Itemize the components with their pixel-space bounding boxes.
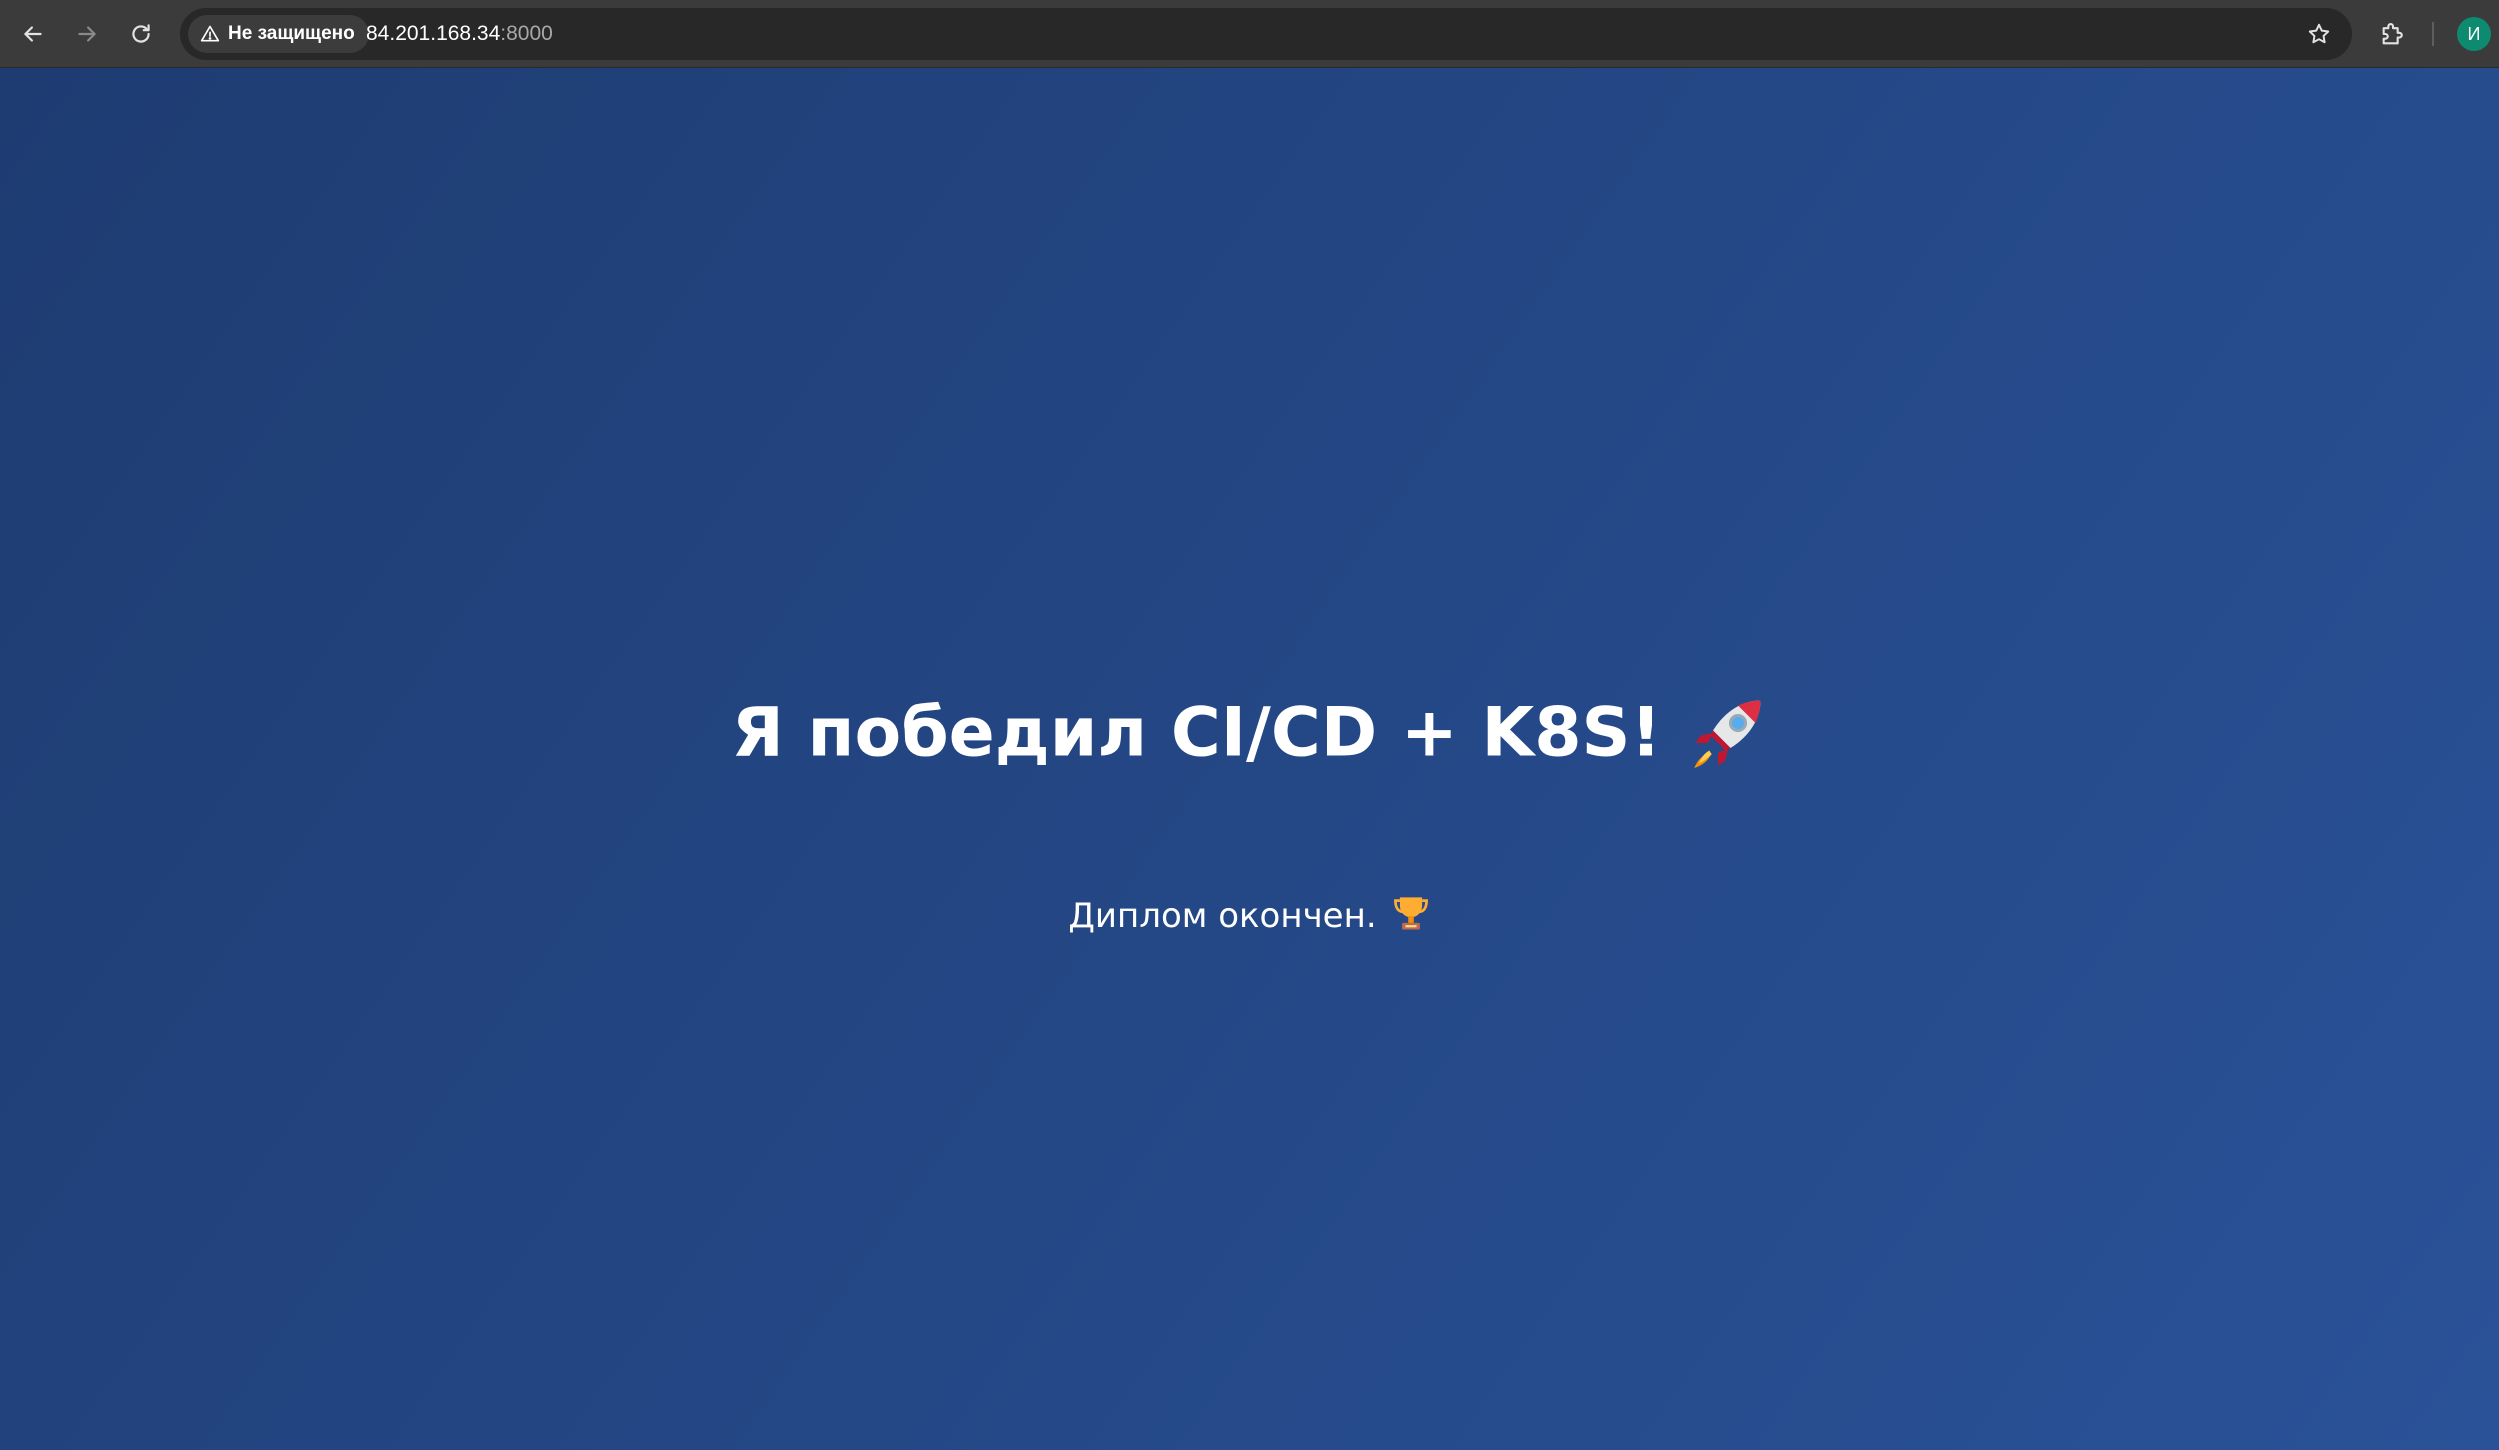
puzzle-icon	[2382, 23, 2403, 45]
back-button[interactable]	[12, 13, 54, 55]
reload-icon	[132, 24, 150, 43]
bookmark-button[interactable]	[2300, 15, 2338, 53]
trophy-icon	[1393, 896, 1428, 930]
url-host: 84.201.168.34	[366, 22, 501, 45]
browser-window: Не защищено 84.201.168.34:8000 И Я побед…	[0, 0, 2499, 1450]
reload-button[interactable]	[120, 13, 162, 55]
toolbar-divider	[2432, 22, 2434, 46]
page-subtitle-text: Диплом окончен.	[1068, 896, 1377, 936]
forward-button[interactable]	[66, 13, 108, 55]
security-chip[interactable]: Не защищено	[188, 15, 369, 53]
browser-toolbar: Не защищено 84.201.168.34:8000 И	[0, 0, 2499, 68]
security-label: Не защищено	[228, 23, 355, 44]
page-viewport: Я победил CI/CD + K8S! Диплом окончен.	[0, 68, 2499, 1450]
address-bar[interactable]: Не защищено 84.201.168.34:8000	[180, 8, 2352, 60]
arrow-left-icon	[24, 26, 42, 42]
page-title-text: Я победил CI/CD + K8S!	[731, 693, 1662, 773]
rocket-icon	[1693, 700, 1761, 769]
star-icon	[2308, 23, 2330, 44]
profile-avatar[interactable]: И	[2457, 17, 2491, 51]
warning-triangle-icon	[200, 25, 220, 42]
page-subtitle: Диплом окончен.	[0, 886, 2499, 946]
extensions-button[interactable]	[2372, 13, 2414, 55]
url-port: :8000	[500, 22, 553, 45]
url-text[interactable]: 84.201.168.34:8000	[366, 8, 553, 60]
arrow-right-icon	[78, 26, 96, 42]
page-title: Я победил CI/CD + K8S!	[0, 680, 2499, 783]
